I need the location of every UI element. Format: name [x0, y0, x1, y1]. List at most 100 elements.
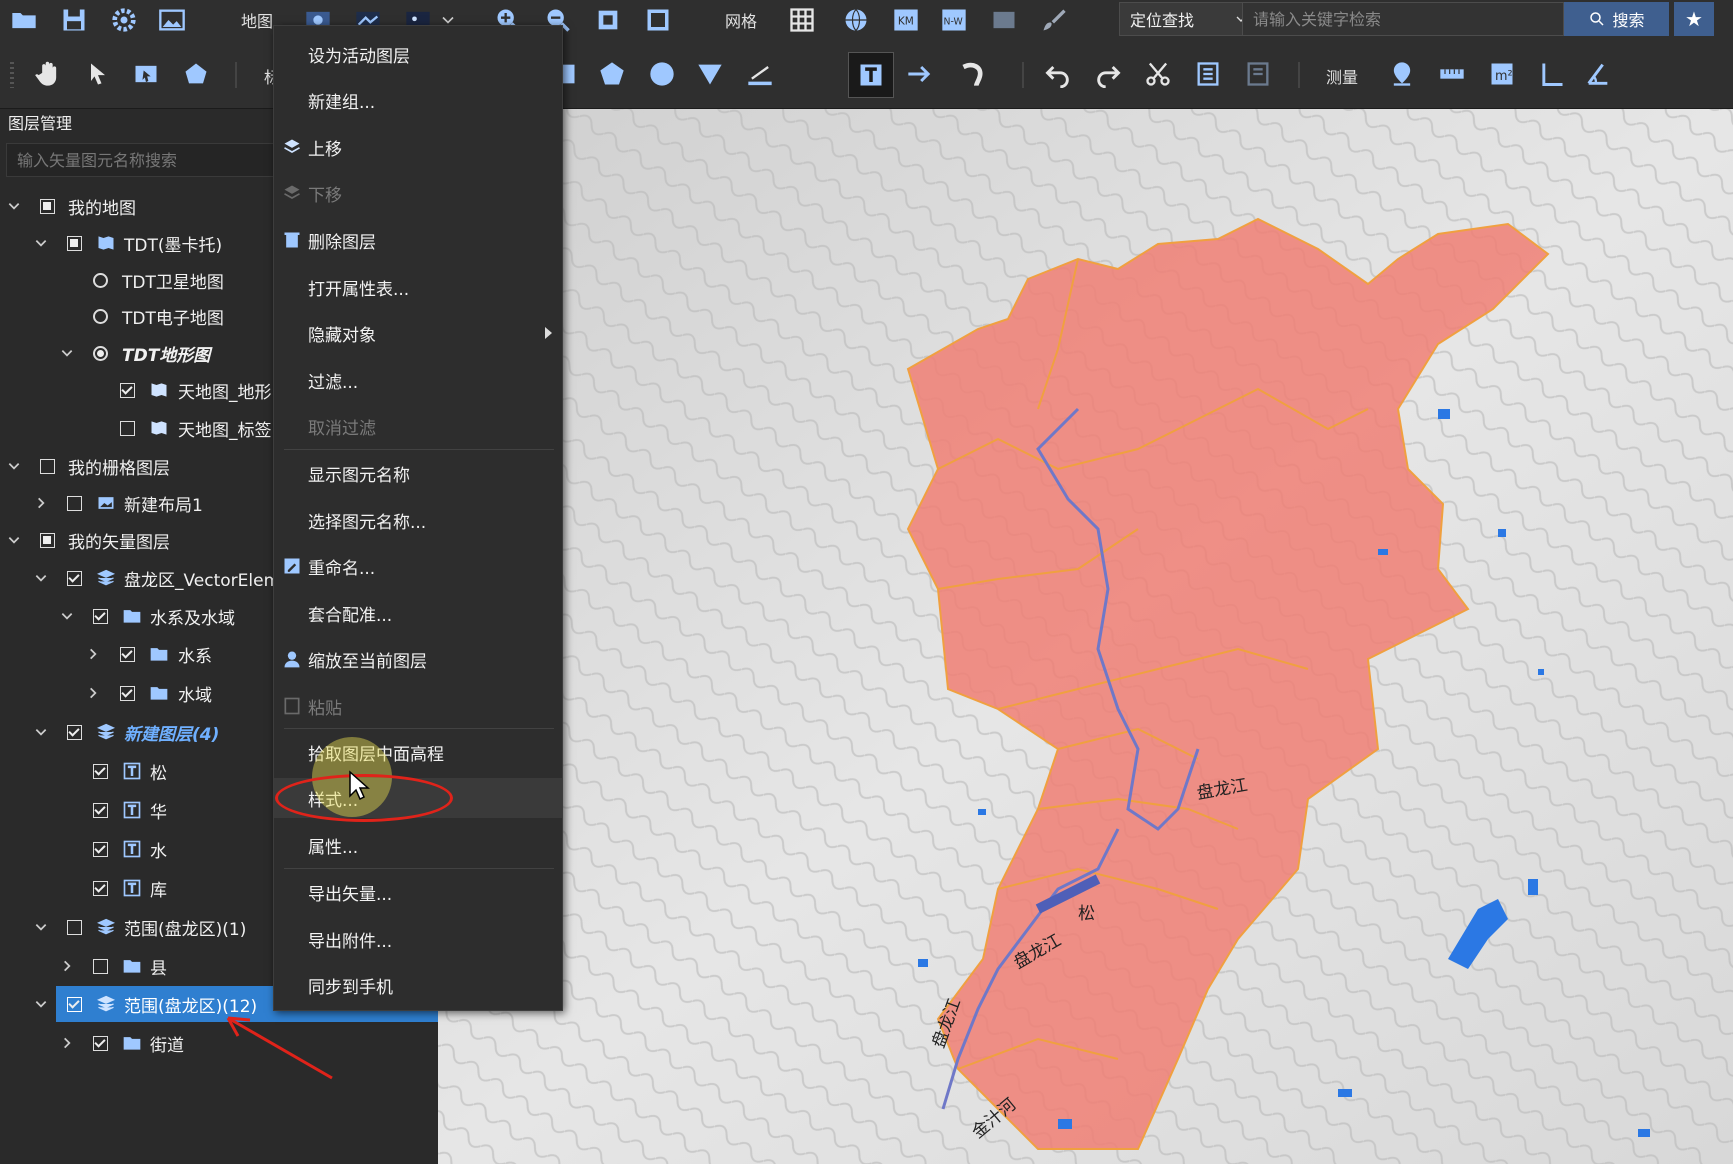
tree-checkbox[interactable] [40, 458, 55, 474]
map-menu-label[interactable]: 地图 [241, 8, 273, 32]
menu-item-set-active-layer[interactable]: 设为活动图层 [274, 34, 562, 74]
tree-checkbox[interactable] [93, 841, 108, 857]
menu-item-export-vector[interactable]: 导出矢量... [274, 872, 562, 912]
redo-icon[interactable] [1090, 56, 1126, 92]
basemap-radio[interactable] [93, 345, 108, 361]
tree-checkbox[interactable] [67, 495, 82, 511]
basemap-radio[interactable] [93, 272, 108, 288]
km-grid-icon[interactable]: KM [888, 2, 924, 38]
menu-item-new-group[interactable]: 新建组... [274, 80, 562, 120]
measure-angle-icon[interactable] [1534, 56, 1570, 92]
chevron-down-icon[interactable] [32, 918, 50, 936]
chevron-down-icon[interactable] [32, 569, 50, 587]
tree-checkbox[interactable] [93, 958, 108, 974]
draw-arrow-icon[interactable] [902, 56, 938, 92]
tree-checkbox[interactable] [120, 382, 135, 398]
draw-curve-icon[interactable] [956, 56, 992, 92]
menu-item-zoom-to-layer[interactable]: 缩放至当前图层 [274, 639, 562, 679]
draw-pentagon-icon[interactable] [594, 56, 630, 92]
measure-area-icon[interactable]: m² [1484, 56, 1520, 92]
menu-item-cancel-filter[interactable]: 取消过滤 [274, 406, 562, 446]
measure-distance-icon[interactable] [1434, 56, 1470, 92]
menu-item-export-attachments[interactable]: 导出附件... [274, 919, 562, 959]
undo-icon[interactable] [1040, 56, 1076, 92]
grid-label: 网格 [725, 12, 758, 31]
tree-checkbox[interactable] [67, 235, 82, 251]
chevron-down-icon[interactable] [32, 723, 50, 741]
menu-item-open-attribute-table[interactable]: 打开属性表... [274, 267, 562, 307]
brush-icon[interactable] [1036, 2, 1072, 38]
search-button[interactable]: 搜索 [1564, 2, 1669, 36]
chevron-down-icon[interactable] [5, 531, 23, 549]
menu-item-sync-to-phone[interactable]: 同步到手机 [274, 965, 562, 1005]
open-folder-icon[interactable] [6, 2, 42, 38]
map-view[interactable]: 盘龙江 松 盘龙江 盘龙江 金汁河 [438, 109, 1733, 1164]
chevron-right-icon[interactable] [84, 645, 102, 663]
image-icon[interactable] [154, 2, 190, 38]
menu-item-select-element-names[interactable]: 选择图元名称... [274, 500, 562, 540]
tree-checkbox[interactable] [40, 198, 55, 214]
chevron-down-icon[interactable] [5, 457, 23, 475]
draw-sector-icon[interactable] [692, 56, 728, 92]
tree-checkbox[interactable] [67, 996, 82, 1012]
tree-checkbox[interactable] [120, 685, 135, 701]
chevron-right-icon[interactable] [58, 957, 76, 975]
chevron-down-icon[interactable] [58, 607, 76, 625]
map-canvas[interactable]: 盘龙江 松 盘龙江 盘龙江 金汁河 [438, 109, 1733, 1164]
chevron-right-icon[interactable] [84, 684, 102, 702]
tree-checkbox[interactable] [93, 802, 108, 818]
keyword-search-input[interactable] [1242, 2, 1564, 36]
pan-hand-icon[interactable] [30, 56, 66, 92]
favorite-star-icon[interactable]: ★ [1674, 2, 1714, 36]
chevron-right-icon[interactable] [32, 494, 50, 512]
tree-checkbox[interactable] [120, 646, 135, 662]
menu-item-rename[interactable]: 重命名... [274, 546, 562, 586]
grid-icon[interactable] [784, 2, 820, 38]
menu-item-hide-objects[interactable]: 隐藏对象 [274, 313, 562, 353]
tree-checkbox[interactable] [93, 1035, 108, 1051]
draw-circle-icon[interactable] [644, 56, 680, 92]
tree-checkbox[interactable] [93, 880, 108, 896]
tree-checkbox[interactable] [120, 420, 135, 436]
tree-checkbox[interactable] [40, 532, 55, 548]
full-extent-icon[interactable] [590, 2, 626, 38]
tree-node-street[interactable]: 街道 [0, 1025, 438, 1061]
measure-azimuth-icon[interactable] [1580, 56, 1616, 92]
nw-grid-icon[interactable]: N-W [936, 2, 972, 38]
tree-checkbox[interactable] [67, 919, 82, 935]
menu-item-delete-layer[interactable]: 删除图层 [274, 220, 562, 260]
select-polygon-icon[interactable] [178, 56, 214, 92]
settings-gear-icon[interactable] [106, 2, 142, 38]
tree-checkbox[interactable] [93, 763, 108, 779]
tree-checkbox[interactable] [67, 724, 82, 740]
chevron-down-icon[interactable] [32, 234, 50, 252]
save-icon[interactable] [56, 2, 92, 38]
chevron-down-icon[interactable] [5, 197, 23, 215]
menu-item-paste[interactable]: 粘贴 [274, 686, 562, 726]
menu-item-registration[interactable]: 套合配准... [274, 593, 562, 633]
zoom-extent-icon[interactable] [640, 2, 676, 38]
toolbar-grip[interactable] [10, 62, 14, 88]
locate-mode-select[interactable]: 定位查找 [1119, 2, 1260, 36]
draw-line-icon[interactable] [742, 56, 778, 92]
paste-icon[interactable] [1240, 56, 1276, 92]
select-arrow-icon[interactable] [80, 56, 116, 92]
cut-scissors-icon[interactable] [1140, 56, 1176, 92]
measure-point-icon[interactable] [1384, 56, 1420, 92]
menu-item-filter[interactable]: 过滤... [274, 360, 562, 400]
draw-text-icon[interactable] [848, 52, 894, 98]
basemap-radio[interactable] [93, 308, 108, 324]
select-box-icon[interactable] [128, 56, 164, 92]
layer-stack-icon[interactable] [986, 2, 1022, 38]
globe-latlng-icon[interactable] [838, 2, 874, 38]
copy-icon[interactable] [1190, 56, 1226, 92]
tree-checkbox[interactable] [67, 570, 82, 586]
chevron-right-icon[interactable] [58, 1034, 76, 1052]
tree-checkbox[interactable] [93, 608, 108, 624]
menu-item-show-element-names[interactable]: 显示图元名称 [274, 453, 562, 493]
menu-item-properties[interactable]: 属性... [274, 825, 562, 865]
chevron-down-icon[interactable] [32, 995, 50, 1013]
menu-item-move-up[interactable]: 上移 [274, 127, 562, 167]
menu-item-move-down[interactable]: 下移 [274, 173, 562, 213]
chevron-down-icon[interactable] [58, 344, 76, 362]
